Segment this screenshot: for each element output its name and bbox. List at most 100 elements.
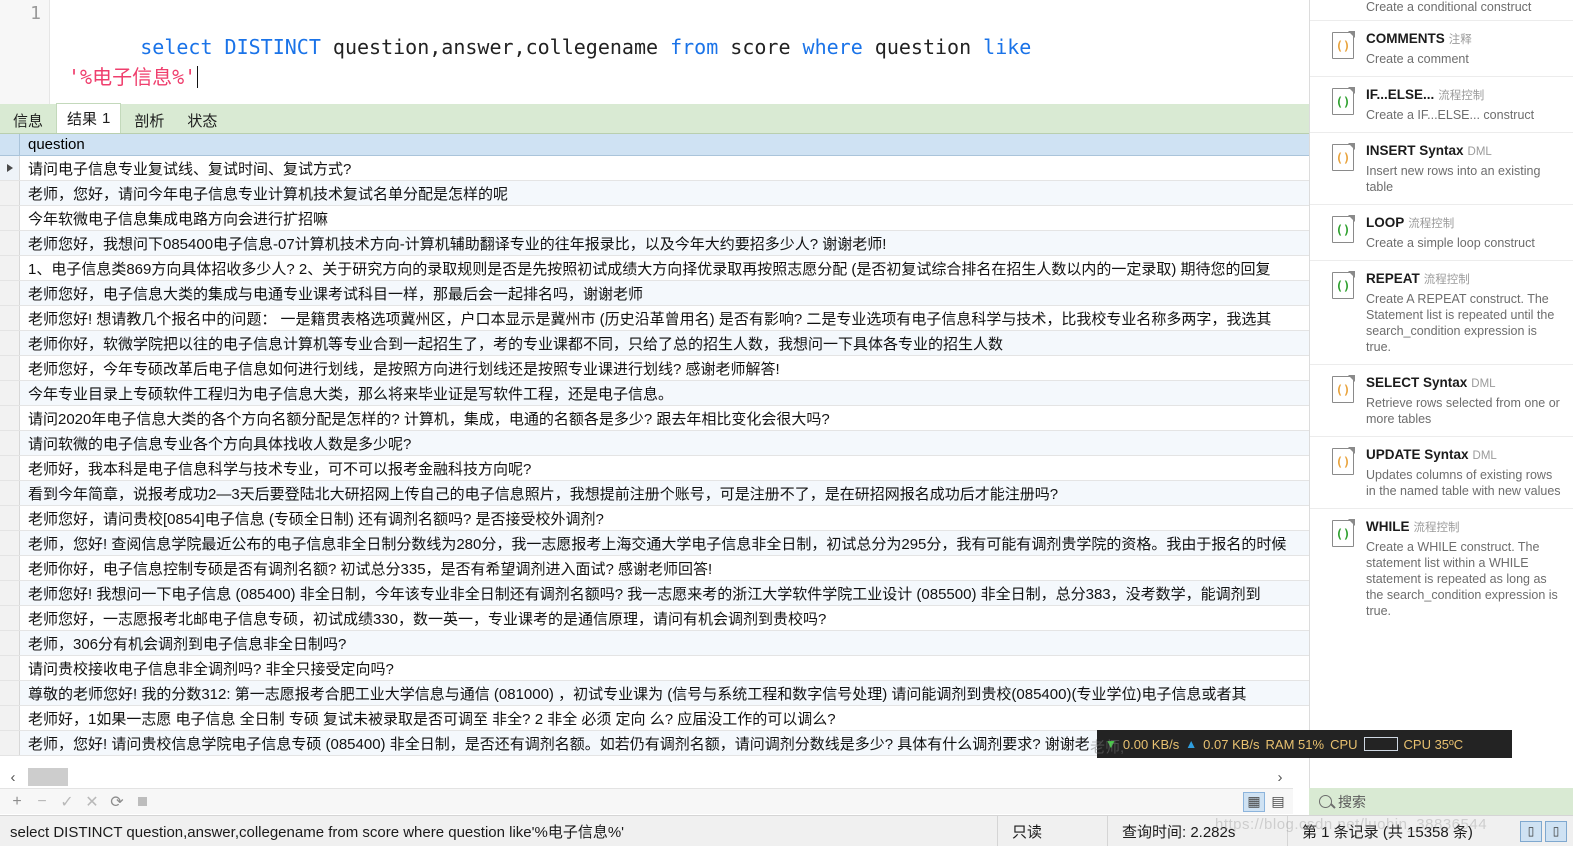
stop-icon[interactable] [131,791,153,813]
table-row[interactable]: 老师你好，电子信息控制专硕是否有调剂名额? 初试总分335，是否有希望调剂进入面… [0,556,1309,581]
tab-result[interactable]: 结果 1 [56,103,122,133]
table-row[interactable]: 老师，您好! 查阅信息学院最近公布的电子信息非全日制分数线为280分，我一志愿报… [0,531,1309,556]
table-row[interactable]: 尊敬的老师您好! 我的分数312: 第一志愿报考合肥工业大学信息与通信 (081… [0,681,1309,706]
row-selector[interactable] [0,206,20,230]
scroll-right-icon[interactable]: › [1267,766,1293,788]
result-grid[interactable]: question 请问电子信息专业复试线、复试时间、复试方式? 老师，您好，请问今… [0,134,1309,766]
cell-question[interactable]: 请问2020年电子信息大类的各个方向名额分配是怎样的? 计算机，集成，电通的名额… [20,408,830,429]
tab-status[interactable]: 状态 [177,107,227,133]
cell-question[interactable]: 今年软微电子信息集成电路方向会进行扩招嘛 [20,208,328,229]
cell-question[interactable]: 老师你好，电子信息控制专硕是否有调剂名额? 初试总分335，是否有希望调剂进入面… [20,558,712,579]
row-selector[interactable] [0,181,20,205]
row-selector[interactable] [0,331,20,355]
panel-toggle-right-icon[interactable]: ▯ [1545,820,1567,842]
table-row[interactable]: 老师您好，电子信息大类的集成与电通专业课考试科目一样，那最后会一起排名吗，谢谢老… [0,281,1309,306]
table-row[interactable]: 老师您好，一志愿报考北邮电子信息专硕，初试成绩330，数一英一，专业课考的是通信… [0,606,1309,631]
row-selector[interactable] [0,556,20,580]
table-row[interactable]: 老师您好，我想问下085400电子信息-07计算机技术方向-计算机辅助翻译专业的… [0,231,1309,256]
cell-question[interactable]: 尊敬的老师您好! 我的分数312: 第一志愿报考合肥工业大学信息与通信 (081… [20,683,1246,704]
row-selector[interactable] [0,306,20,330]
table-row[interactable]: 请问贵校接收电子信息非全调剂吗? 非全只接受定向吗? [0,656,1309,681]
table-row[interactable]: 老师你好，软微学院把以往的电子信息计算机等专业合到一起招生了，考的专业课都不同，… [0,331,1309,356]
table-row[interactable]: 老师您好! 我想问一下电子信息 (085400) 非全日制，今年该专业非全日制还… [0,581,1309,606]
cell-question[interactable]: 老师好，我本科是电子信息科学与技术专业，可不可以报考金融科技方向呢? [20,458,531,479]
table-row[interactable]: 今年软微电子信息集成电路方向会进行扩招嘛 [0,206,1309,231]
tab-info[interactable]: 信息 [3,107,53,133]
cell-question[interactable]: 请问贵校接收电子信息非全调剂吗? 非全只接受定向吗? [20,658,394,679]
row-selector[interactable] [0,356,20,380]
row-selector[interactable] [0,606,20,630]
scroll-left-icon[interactable]: ‹ [0,766,26,788]
tab-profile[interactable]: 剖析 [124,107,174,133]
cell-question[interactable]: 老师，您好，请问今年电子信息专业计算机技术复试名单分配是怎样的呢 [20,183,508,204]
row-selector[interactable] [0,381,20,405]
table-row[interactable]: 请问2020年电子信息大类的各个方向名额分配是怎样的? 计算机，集成，电通的名额… [0,406,1309,431]
row-selector[interactable] [0,431,20,455]
row-selector[interactable] [0,506,20,530]
panel-toggle-left-icon[interactable]: ▯ [1520,820,1542,842]
table-row[interactable]: 老师您好! 想请教几个报名中的问题： 一是籍贯表格选项冀州区，户口本显示是冀州市… [0,306,1309,331]
snippet-item[interactable]: () SELECT Syntax DML Retrieve rows selected… [1310,364,1573,436]
delete-record-icon[interactable]: − [31,791,53,813]
cell-question[interactable]: 1、电子信息类869方向具体招收多少人? 2、关于研究方向的录取规则是否是先按照… [20,258,1271,279]
row-selector[interactable] [0,156,20,180]
cell-question[interactable]: 老师你好，软微学院把以往的电子信息计算机等专业合到一起招生了，考的专业课都不同，… [20,333,1003,354]
table-row[interactable]: 请问软微的电子信息专业各个方向具体找收人数是多少呢? [0,431,1309,456]
cell-question[interactable]: 老师好，1如果一志愿 电子信息 全日制 专硕 复试未被录取是否可调至 非全? 2… [20,708,836,729]
cell-question[interactable]: 老师，您好! 查阅信息学院最近公布的电子信息非全日制分数线为280分，我一志愿报… [20,533,1286,554]
row-selector[interactable] [0,531,20,555]
row-selector[interactable] [0,231,20,255]
cancel-change-icon[interactable]: ✕ [81,791,103,813]
table-row[interactable]: 老师好，1如果一志愿 电子信息 全日制 专硕 复试未被录取是否可调至 非全? 2… [0,706,1309,731]
add-record-icon[interactable]: + [6,791,28,813]
table-row[interactable]: 老师您好，今年专硕改革后电子信息如何进行划线，是按照方向进行划线还是按照专业课进… [0,356,1309,381]
row-selector[interactable] [0,581,20,605]
snippet-item[interactable]: () IF...ELSE... 流程控制 Create a IF...ELSE... … [1310,76,1573,132]
row-selector[interactable] [0,731,20,755]
form-view-icon[interactable]: ▤ [1267,792,1289,812]
grid-select-all-corner[interactable] [0,134,20,156]
snippet-item[interactable]: () WHILE 流程控制 Create a WHILE construct. The… [1310,508,1573,628]
row-selector[interactable] [0,256,20,280]
row-selector[interactable] [0,631,20,655]
table-row[interactable]: 看到今年简章，说报考成功2—3天后要登陆北大研招网上传自己的电子信息照片，我想提… [0,481,1309,506]
cell-question[interactable]: 老师您好，电子信息大类的集成与电通专业课考试科目一样，那最后会一起排名吗，谢谢老… [20,283,643,304]
table-row[interactable]: 1、电子信息类869方向具体招收多少人? 2、关于研究方向的录取规则是否是先按照… [0,256,1309,281]
table-row[interactable]: 老师好，我本科是电子信息科学与技术专业，可不可以报考金融科技方向呢? [0,456,1309,481]
sql-code-area[interactable]: select DISTINCT question,answer,collegen… [50,0,1309,104]
grid-horizontal-scrollbar[interactable]: ‹ › [0,766,1293,788]
cell-question[interactable]: 老师您好，我想问下085400电子信息-07计算机技术方向-计算机辅助翻译专业的… [20,233,886,254]
snippet-item[interactable]: () COMMENTS 注释 Create a comment [1310,20,1573,76]
cell-question[interactable]: 老师，您好! 请问贵校信息学院电子信息专硕 (085400) 非全日制，是否还有… [20,733,1090,754]
cell-question[interactable]: 今年专业目录上专硕软件工程归为电子信息大类，那么将来毕业证是写软件工程，还是电子… [20,383,673,404]
cell-question[interactable]: 请问软微的电子信息专业各个方向具体找收人数是多少呢? [20,433,411,454]
row-selector[interactable] [0,481,20,505]
row-selector[interactable] [0,456,20,480]
table-row[interactable]: 请问电子信息专业复试线、复试时间、复试方式? [0,156,1309,181]
snippet-item[interactable]: () UPDATE Syntax DML Updates columns of exi… [1310,436,1573,508]
cell-question[interactable]: 老师您好，请问贵校[0854]电子信息 (专硕全日制) 还有调剂名额吗? 是否接… [20,508,604,529]
apply-change-icon[interactable]: ✓ [56,791,78,813]
snippet-panel[interactable]: Create a conditional construct () COMMENT… [1309,0,1573,788]
search-input-placeholder[interactable]: 搜索 [1338,792,1366,812]
horizontal-scroll-thumb[interactable] [28,768,68,786]
cell-question[interactable]: 老师，306分有机会调剂到电子信息非全日制吗? [20,633,346,654]
cell-question[interactable]: 老师您好! 想请教几个报名中的问题： 一是籍贯表格选项冀州区，户口本显示是冀州市… [20,308,1271,329]
cell-question[interactable]: 老师您好，一志愿报考北邮电子信息专硕，初试成绩330，数一英一，专业课考的是通信… [20,608,826,629]
row-selector[interactable] [0,281,20,305]
snippet-item[interactable]: () INSERT Syntax DML Insert new rows into a… [1310,132,1573,204]
refresh-icon[interactable]: ⟳ [106,791,128,813]
row-selector[interactable] [0,706,20,730]
snippet-item[interactable]: () LOOP 流程控制 Create a simple loop construct [1310,204,1573,260]
sql-editor[interactable]: 1 select DISTINCT question,answer,colleg… [0,0,1309,104]
snippet-item[interactable]: () REPEAT 流程控制 Create A REPEAT construct. T… [1310,260,1573,364]
grid-view-icon[interactable]: ▦ [1243,791,1265,812]
table-row[interactable]: 老师您好，请问贵校[0854]电子信息 (专硕全日制) 还有调剂名额吗? 是否接… [0,506,1309,531]
row-selector[interactable] [0,681,20,705]
cell-question[interactable]: 老师您好! 我想问一下电子信息 (085400) 非全日制，今年该专业非全日制还… [20,583,1261,604]
row-selector[interactable] [0,656,20,680]
horizontal-scroll-track[interactable] [26,766,1267,788]
snippet-search-bar[interactable]: 搜索 [1309,788,1573,815]
row-selector[interactable] [0,406,20,430]
table-row[interactable]: 老师，306分有机会调剂到电子信息非全日制吗? [0,631,1309,656]
